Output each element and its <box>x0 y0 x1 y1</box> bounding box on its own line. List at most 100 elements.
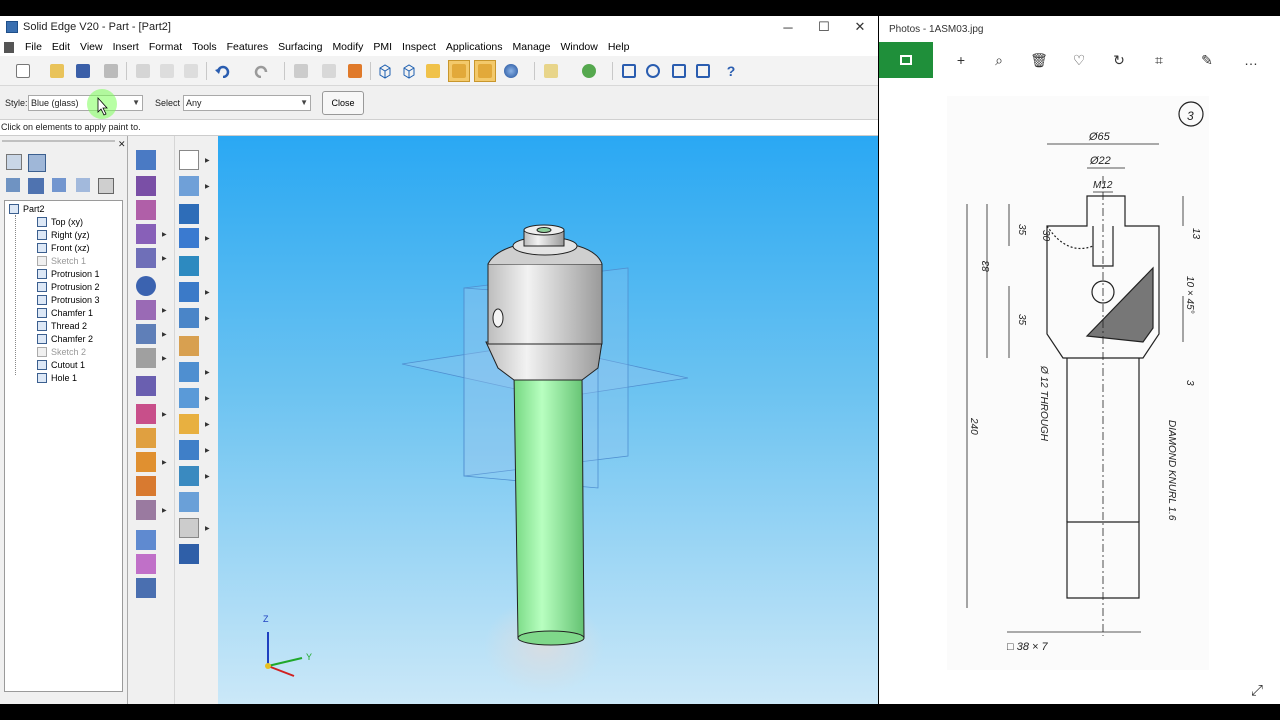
coordinate-tool-icon[interactable] <box>179 256 199 276</box>
loft-tool-icon[interactable] <box>136 452 156 472</box>
delete-face-tool-icon[interactable] <box>179 518 199 538</box>
tree-item[interactable]: Front (xz) <box>37 242 90 254</box>
copy-icon[interactable] <box>156 60 178 82</box>
expand-icon[interactable]: ⤢ <box>1251 682 1263 699</box>
thin-wall-tool-icon[interactable] <box>136 324 156 344</box>
more-icon[interactable]: … <box>1241 50 1261 70</box>
feature-pathfinder-tab-icon[interactable] <box>6 154 22 170</box>
sketch-tool-icon[interactable] <box>179 176 199 196</box>
shaded-icon[interactable] <box>474 60 496 82</box>
chevron-right-icon[interactable]: ▶ <box>205 395 210 402</box>
menu-view[interactable]: View <box>75 41 108 53</box>
lock-tool-icon[interactable] <box>136 578 156 598</box>
pattern-tool-icon[interactable] <box>136 376 156 396</box>
menu-window[interactable]: Window <box>555 41 602 53</box>
undo-icon[interactable] <box>212 60 234 82</box>
tree-tool-5-icon[interactable] <box>98 178 114 194</box>
menu-inspect[interactable]: Inspect <box>397 41 441 53</box>
rotate-icon[interactable]: ↻ <box>1109 50 1129 70</box>
chevron-right-icon[interactable]: ▶ <box>162 255 167 262</box>
tree-tool-1-icon[interactable] <box>6 178 20 192</box>
menu-insert[interactable]: Insert <box>108 41 144 53</box>
select-icon[interactable] <box>318 60 340 82</box>
tree-tool-2-icon[interactable] <box>28 178 44 194</box>
3d-viewport[interactable]: Z Y <box>218 136 878 704</box>
tree-item[interactable]: Protrusion 1 <box>37 268 100 280</box>
replace-face-tool-icon[interactable] <box>179 466 199 486</box>
chevron-right-icon[interactable]: ▶ <box>162 459 167 466</box>
chevron-right-icon[interactable]: ▶ <box>162 411 167 418</box>
image-icon[interactable] <box>879 42 933 78</box>
print-icon[interactable] <box>100 60 122 82</box>
menu-applications[interactable]: Applications <box>441 41 508 53</box>
split-tool-icon[interactable] <box>179 414 199 434</box>
maximize-button[interactable]: ☐ <box>806 16 842 38</box>
tree-item[interactable]: Thread 2 <box>37 320 87 332</box>
paint-icon[interactable] <box>344 60 366 82</box>
draft-tool-icon[interactable] <box>179 440 199 460</box>
tree-item[interactable]: Hole 1 <box>37 372 77 384</box>
tree-root[interactable]: Part2 <box>9 203 45 215</box>
sweep-tool-icon[interactable] <box>136 428 156 448</box>
chevron-right-icon[interactable]: ▶ <box>205 525 210 532</box>
axis-tool-icon[interactable] <box>179 228 199 248</box>
revolve-tool-icon[interactable] <box>136 200 156 220</box>
crop-icon[interactable]: ⌗ <box>1149 50 1169 70</box>
menu-modify[interactable]: Modify <box>327 41 368 53</box>
part-copy-tool-icon[interactable] <box>136 554 156 574</box>
chevron-right-icon[interactable]: ▶ <box>205 289 210 296</box>
chevron-right-icon[interactable]: ▶ <box>162 307 167 314</box>
close-command-button[interactable]: Close <box>322 91 364 115</box>
tree-item[interactable]: Right (yz) <box>37 229 90 241</box>
menu-pmi[interactable]: PMI <box>368 41 397 53</box>
menu-manage[interactable]: Manage <box>508 41 556 53</box>
move-face-tool-icon[interactable] <box>179 492 199 512</box>
select-tool-icon[interactable] <box>136 150 156 170</box>
menu-edit[interactable]: Edit <box>47 41 75 53</box>
chevron-right-icon[interactable]: ▶ <box>205 183 210 190</box>
tree-item[interactable]: Cutout 1 <box>37 359 85 371</box>
tree-tool-4-icon[interactable] <box>76 178 90 192</box>
edit-icon[interactable]: ✎ <box>1197 50 1217 70</box>
mirror-tool-icon[interactable] <box>136 500 156 520</box>
chevron-right-icon[interactable]: ▶ <box>205 315 210 322</box>
chevron-right-icon[interactable]: ▶ <box>205 447 210 454</box>
tree-item[interactable]: Sketch 2 <box>37 346 86 358</box>
paste-icon[interactable] <box>180 60 202 82</box>
menu-surfacing[interactable]: Surfacing <box>273 41 327 53</box>
tree-tool-3-icon[interactable] <box>52 178 66 192</box>
help-icon[interactable]: ? <box>720 60 742 82</box>
protrusion-tool-icon[interactable] <box>136 176 156 196</box>
layers-icon[interactable] <box>540 60 562 82</box>
tree-item[interactable]: Chamfer 2 <box>37 333 93 345</box>
new-file-icon[interactable] <box>12 60 34 82</box>
chevron-right-icon[interactable]: ▶ <box>162 331 167 338</box>
close-button[interactable]: ✕ <box>842 16 878 38</box>
shaded-edges-icon[interactable] <box>448 60 470 82</box>
zoom-in-icon[interactable]: ⌕ <box>989 50 1009 70</box>
part-model[interactable] <box>218 136 878 704</box>
chevron-right-icon[interactable]: ▶ <box>205 235 210 242</box>
chevron-right-icon[interactable]: ▶ <box>205 473 210 480</box>
favorite-icon[interactable]: ♡ <box>1069 50 1089 70</box>
library-tab-icon[interactable] <box>28 154 46 172</box>
menu-format[interactable]: Format <box>144 41 187 53</box>
chevron-right-icon[interactable]: ▶ <box>162 355 167 362</box>
menu-file[interactable]: File <box>20 41 47 53</box>
menu-help[interactable]: Help <box>603 41 635 53</box>
fit-icon[interactable] <box>668 60 690 82</box>
chamfer-tool-icon[interactable] <box>136 300 156 320</box>
point-tool-icon[interactable] <box>179 282 199 302</box>
zoom-area-icon[interactable] <box>618 60 640 82</box>
chevron-right-icon[interactable]: ▶ <box>205 157 210 164</box>
view-icon[interactable] <box>290 60 312 82</box>
rib-tool-icon[interactable] <box>136 348 156 368</box>
body-tool-icon[interactable] <box>136 530 156 550</box>
tree-item[interactable]: Top (xy) <box>37 216 83 228</box>
extrude-surface-tool-icon[interactable] <box>179 362 199 382</box>
surface-tool-icon[interactable] <box>179 336 199 356</box>
add-icon[interactable]: + <box>951 50 971 70</box>
offset-tool-icon[interactable] <box>179 388 199 408</box>
open-folder-icon[interactable] <box>46 60 68 82</box>
tree-item[interactable]: Chamfer 1 <box>37 307 93 319</box>
